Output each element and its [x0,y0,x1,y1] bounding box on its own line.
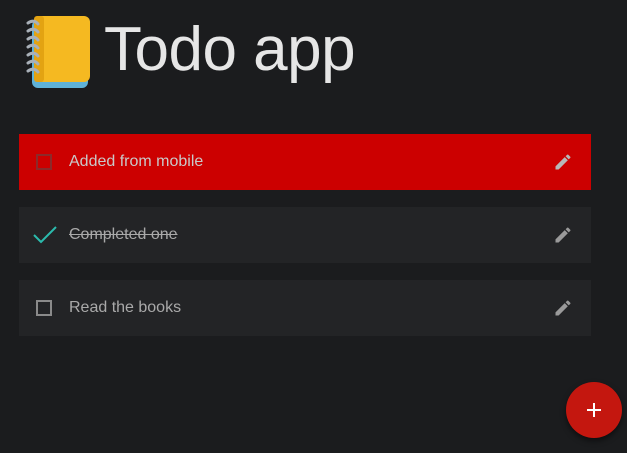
todo-item[interactable]: Added from mobile [19,134,591,190]
todo-list: Added from mobile Completed one Read the… [19,134,591,353]
todo-label: Added from mobile [69,153,204,170]
pencil-icon [555,300,571,316]
todo-item[interactable]: Completed one [19,207,591,263]
page-title: Todo app [104,15,356,84]
edit-button[interactable] [551,223,575,247]
todo-label: Completed one [69,226,178,243]
pencil-icon [555,154,571,170]
pencil-icon [555,227,571,243]
todo-label: Read the books [69,299,182,316]
todo-app: Todo app Added from mobile Completed one [0,0,627,453]
todo-item[interactable]: Read the books [19,280,591,336]
app-header: Todo app [26,12,356,92]
edit-button[interactable] [551,296,575,320]
checkbox[interactable] [36,154,52,170]
add-todo-button[interactable] [566,382,622,438]
checkmark-icon[interactable] [32,225,58,245]
checkbox[interactable] [36,300,52,316]
edit-button[interactable] [551,150,575,174]
notebook-icon [26,16,90,88]
plus-icon [587,403,601,417]
